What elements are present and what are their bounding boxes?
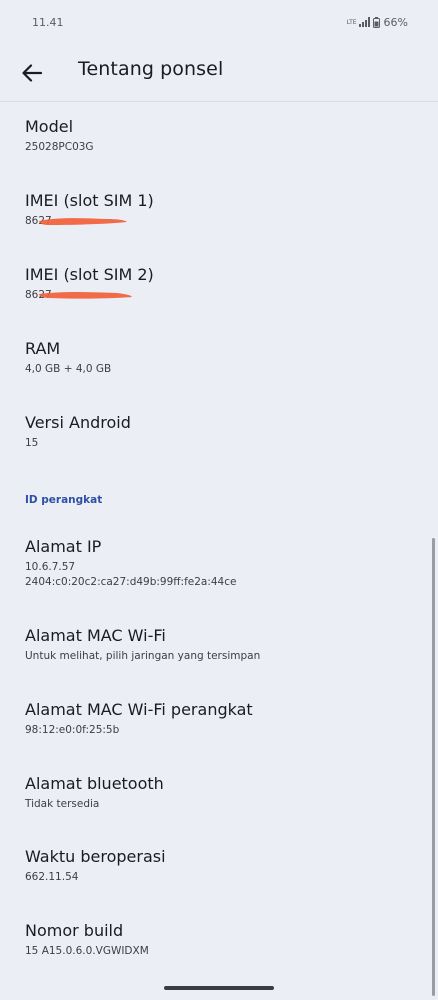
- item-title: Alamat IP: [25, 537, 102, 556]
- arrow-back-icon: [22, 64, 42, 82]
- item-subtitle: 10.6.7.57: [25, 561, 76, 573]
- item-subtitle-block: 10.6.7.57 2404:c0:20c2:ca27:d49b:99ff:fe…: [25, 560, 415, 590]
- app-bar-divider: [0, 101, 438, 102]
- item-subtitle: 98:12:e0:0f:25:5b: [25, 724, 120, 736]
- item-title: Model: [25, 117, 74, 136]
- list-item-build-number[interactable]: Nomor build 15 A15.0.6.0.VGWIDXM: [25, 921, 415, 959]
- page-title: Tentang ponsel: [78, 58, 224, 80]
- item-subtitle: Tidak tersedia: [25, 798, 100, 810]
- list-item-imei-sim2[interactable]: IMEI (slot SIM 2) 8627: [25, 265, 415, 303]
- list-item-uptime[interactable]: Waktu beroperasi 662.11.54: [25, 847, 415, 885]
- item-subtitle: 25028PC03G: [25, 141, 94, 153]
- item-title: Nomor build: [25, 921, 124, 940]
- item-subtitle: 15: [25, 437, 39, 449]
- item-subtitle: 4,0 GB + 4,0 GB: [25, 363, 112, 375]
- gesture-nav-handle[interactable]: [164, 986, 274, 990]
- item-subtitle: 15 A15.0.6.0.VGWIDXM: [25, 945, 149, 957]
- battery-icon: [372, 16, 380, 28]
- status-time: 11.41: [32, 15, 64, 29]
- item-title: IMEI (slot SIM 2): [25, 265, 154, 284]
- item-title: Alamat MAC Wi-Fi: [25, 626, 166, 645]
- item-subtitle-row: 8627: [25, 214, 415, 229]
- list-item-android-version[interactable]: Versi Android 15: [25, 413, 415, 451]
- scrollbar[interactable]: [432, 538, 435, 996]
- signal-icon: [358, 17, 370, 27]
- item-title: RAM: [25, 339, 61, 358]
- list-item-ram[interactable]: RAM 4,0 GB + 4,0 GB: [25, 339, 415, 377]
- item-subtitle-2: 2404:c0:20c2:ca27:d49b:99ff:fe2a:44ce: [25, 576, 237, 588]
- battery-percent: 66%: [383, 15, 408, 29]
- item-subtitle: 662.11.54: [25, 871, 79, 883]
- back-button[interactable]: [18, 59, 46, 87]
- item-subtitle-row: 8627: [25, 288, 415, 303]
- status-icons: LTE: [346, 16, 380, 28]
- item-title: Versi Android: [25, 413, 131, 432]
- list-item-device-wifi-mac[interactable]: Alamat MAC Wi-Fi perangkat 98:12:e0:0f:2…: [25, 700, 415, 738]
- item-title: IMEI (slot SIM 1): [25, 191, 154, 210]
- list-item-wifi-mac[interactable]: Alamat MAC Wi-Fi Untuk melihat, pilih ja…: [25, 626, 415, 664]
- item-title: Waktu beroperasi: [25, 847, 166, 866]
- app-bar: Tentang ponsel: [0, 44, 438, 102]
- list-item-ip-address[interactable]: Alamat IP 10.6.7.57 2404:c0:20c2:ca27:d4…: [25, 537, 415, 590]
- section-header-device-id: ID perangkat: [25, 494, 103, 506]
- list-item-model[interactable]: Model 25028PC03G: [25, 117, 415, 155]
- redaction-mark: [39, 292, 133, 299]
- list-item-bluetooth-address[interactable]: Alamat bluetooth Tidak tersedia: [25, 774, 415, 812]
- item-title: Alamat MAC Wi-Fi perangkat: [25, 700, 253, 719]
- item-subtitle: Untuk melihat, pilih jaringan yang tersi…: [25, 650, 261, 662]
- status-right: LTE 66%: [347, 16, 408, 29]
- status-bar: 11.41 LTE 66%: [0, 0, 438, 44]
- item-title: Alamat bluetooth: [25, 774, 164, 793]
- redaction-mark: [39, 218, 128, 225]
- lte-icon: LTE: [346, 18, 357, 26]
- list-item-imei-sim1[interactable]: IMEI (slot SIM 1) 8627: [25, 191, 415, 229]
